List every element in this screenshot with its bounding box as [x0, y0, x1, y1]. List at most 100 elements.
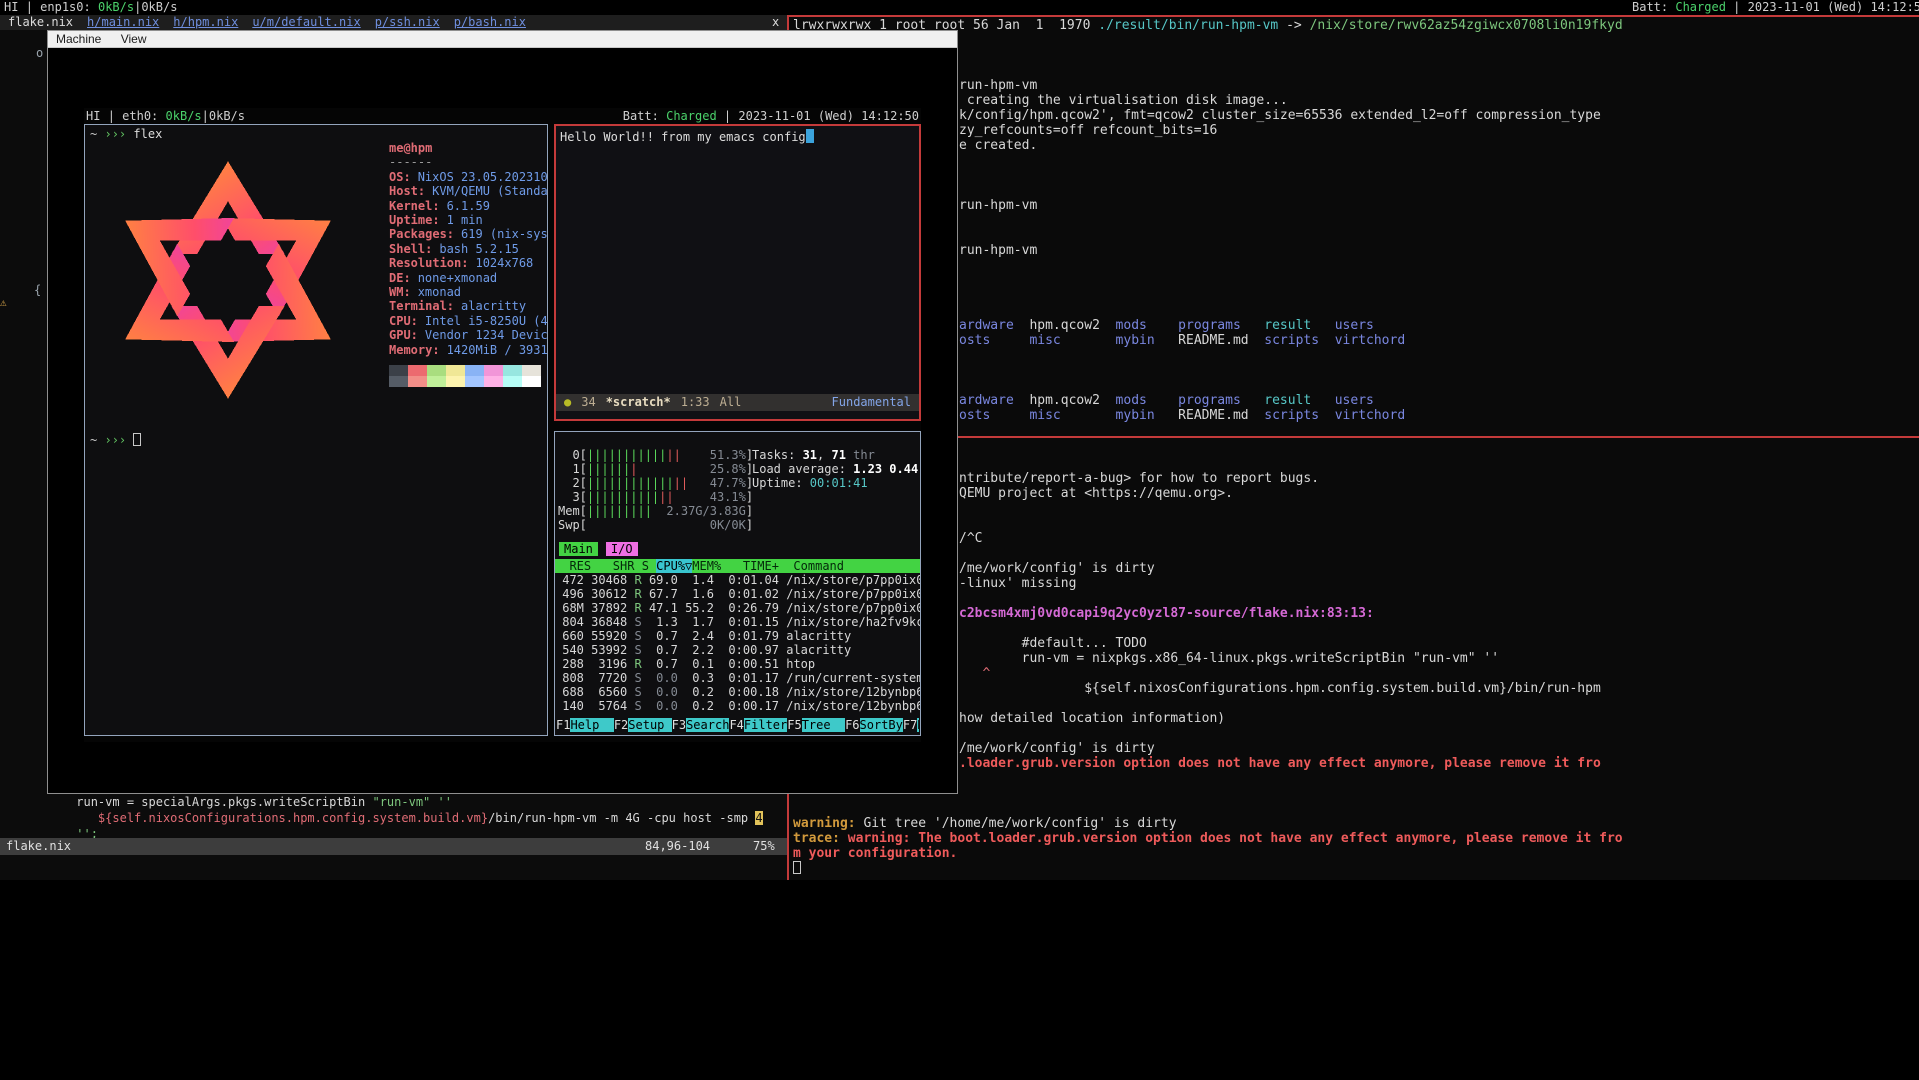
text-line: [389, 376, 548, 387]
text-segment: result: [1264, 393, 1334, 408]
neofetch-line: Packages:619 (nix-syste: [389, 227, 548, 241]
emacs-buffer-text[interactable]: Hello World!! from my emacs config: [560, 129, 814, 145]
function-key-button[interactable]: F3Search: [672, 718, 730, 732]
text-line: 472 30468 R 69.0 1.4 0:01.04 /nix/store/…: [555, 573, 920, 587]
text-segment: #default... TODO: [959, 636, 1147, 651]
text-segment: |||||||||: [587, 504, 652, 518]
text-segment: hpm.qcow2: [1029, 393, 1115, 408]
editor-code[interactable]: run-vm = specialArgs.pkgs.writeScriptBin…: [4, 794, 763, 842]
close-icon[interactable]: x: [772, 15, 779, 30]
separator: |: [1733, 0, 1740, 14]
text-segment: [840, 831, 848, 846]
neofetch-label: Kernel:: [389, 199, 440, 213]
text-line: creating the virtualisation disk image..…: [793, 93, 1919, 108]
tab-main[interactable]: Main: [559, 542, 598, 556]
buffer-tab[interactable]: p/bash.nix: [454, 15, 526, 30]
text-segment: [427, 365, 446, 376]
function-key-button[interactable]: F5Tree: [787, 718, 845, 732]
neofetch-title: me@hpm: [389, 141, 548, 155]
buffer-tab[interactable]: h/hpm.nix: [173, 15, 238, 30]
buffer-tab[interactable]: flake.nix: [8, 15, 73, 30]
text-segment: [408, 376, 427, 387]
prompt-path: ~: [90, 433, 97, 447]
buffer-tab[interactable]: p/ssh.nix: [375, 15, 440, 30]
neofetch-line: DE:none+xmonad: [389, 271, 548, 285]
text-segment: 472 30468: [555, 573, 634, 587]
vm-terminal[interactable]: ~ ››› flex: [84, 124, 548, 736]
cursor-position: 1:33: [681, 394, 710, 411]
text-segment: [503, 376, 522, 387]
function-key-button[interactable]: F1Help: [556, 718, 614, 732]
process-table-header[interactable]: RES SHR S CPU%▽MEM% TIME+ Command: [555, 559, 920, 573]
function-key-button[interactable]: F7Nice: [903, 718, 919, 732]
text-segment: [681, 448, 710, 462]
text-segment: m your configuration.: [793, 846, 957, 861]
menu-machine[interactable]: Machine: [56, 32, 101, 46]
text-segment: [642, 685, 649, 699]
vm-emacs[interactable]: Hello World!! from my emacs config ● 34 …: [554, 124, 921, 421]
text-segment: 2.37G/3.83G: [666, 504, 745, 518]
text-line: ardware hpm.qcow2 mods programs result u…: [793, 318, 1919, 333]
text-segment: 47.1 55.2 0:26.79: [642, 601, 787, 615]
text-segment: MEM% TIME+ Command: [692, 559, 844, 573]
text-segment: 688 6560: [555, 685, 634, 699]
text-segment: zy_refcounts=off refcount_bits=16: [959, 123, 1217, 138]
vm-htop[interactable]: 0[||||||||||||| 51.3%] 1[||||||| 25.8%] …: [554, 431, 921, 736]
text-segment: 140 5764: [555, 699, 634, 713]
text-segment: R: [634, 601, 641, 615]
text-segment: ||: [674, 476, 688, 490]
gutter-glyph: {: [34, 283, 41, 297]
text-segment: [446, 365, 465, 376]
terminal-top[interactable]: lrwxrwxrwx 1 root root 56 Jan 1 1970 ./r…: [789, 15, 1919, 438]
text-segment: ->: [1278, 18, 1309, 33]
iface-label: enp1s0:: [40, 0, 91, 14]
function-key-label: Setup: [628, 718, 671, 732]
neofetch-line: Memory:1420MiB / 3931Mi: [389, 343, 548, 357]
neofetch-line: Uptime:1 min: [389, 213, 548, 227]
emacs-modeline: ● 34 *scratch* 1:33 All Fundamental: [556, 394, 919, 411]
neofetch-line: WM:xmonad: [389, 285, 548, 299]
modeline-scroll-percent: 75%: [753, 838, 775, 855]
text-segment: -linux' missing: [959, 576, 1076, 591]
modeline-cursor-position: 84,96-104: [645, 838, 710, 855]
text-segment: /^C: [959, 531, 982, 546]
text-segment: S: [634, 685, 641, 699]
function-key-button[interactable]: F2Setup: [614, 718, 672, 732]
htop-summary: Tasks: 31, 71 thrLoad average: 1.23 0.44…: [752, 448, 921, 490]
menu-view[interactable]: View: [121, 32, 147, 46]
function-key-button[interactable]: F6SortBy: [845, 718, 903, 732]
text-segment: 51.3%: [710, 448, 746, 462]
text-segment: 31: [803, 448, 817, 462]
neofetch-value: alacritty: [454, 299, 526, 313]
text-segment: 0K/0K: [710, 518, 746, 532]
neofetch-label: WM:: [389, 285, 411, 299]
text-segment: mods: [1116, 318, 1179, 333]
text-segment: alacritty: [786, 643, 851, 657]
neofetch-line: GPU:Vendor 1234 Device: [389, 328, 548, 342]
text-segment: R: [634, 587, 641, 601]
neofetch-value: 6.1.59: [440, 199, 490, 213]
text-segment: 1[: [558, 462, 587, 476]
function-key-label: Search: [686, 718, 729, 732]
buffer-tab[interactable]: h/main.nix: [87, 15, 159, 30]
qemu-window[interactable]: Machine View HI | eth0: 0kB/s|0kB/s Batt…: [47, 30, 958, 794]
text-segment: [793, 801, 801, 816]
text-segment: .loader.grub.version option does not hav…: [959, 756, 1601, 771]
text-segment: osts: [959, 333, 1029, 348]
shell-prompt[interactable]: ~ ›››: [90, 433, 141, 448]
neofetch-separator: ------: [389, 155, 548, 169]
text-line: 804 36848 S 1.3 1.7 0:01.15 /nix/store/h…: [555, 615, 920, 629]
text-segment: scripts: [1264, 408, 1334, 423]
text-segment: warning: The boot.loader.grub.version op…: [848, 831, 1623, 846]
text-segment: [674, 490, 710, 504]
text-line: [793, 348, 1919, 363]
function-key-button[interactable]: F4Filter: [729, 718, 787, 732]
terminal-bottom[interactable]: ntribute/report-a-bug> for how to report…: [789, 438, 1919, 880]
process-table-rows[interactable]: 472 30468 R 69.0 1.4 0:01.04 /nix/store/…: [555, 573, 920, 713]
vm-screen[interactable]: HI | eth0: 0kB/s|0kB/s Batt: Charged | 2…: [84, 108, 921, 742]
text-segment: [427, 376, 446, 387]
buffer-tab[interactable]: u/m/default.nix: [252, 15, 360, 30]
tab-io[interactable]: I/O: [606, 542, 638, 556]
text-line: [793, 183, 1919, 198]
text-segment: thr: [846, 448, 875, 462]
